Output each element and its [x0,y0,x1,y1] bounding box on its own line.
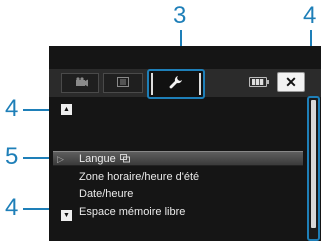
callout-number-selected: 5 [5,143,19,170]
callout-number-scrollbar: 4 [303,2,317,29]
callout-number-tab: 3 [173,2,187,29]
wrench-icon [169,75,183,94]
scroll-down-button[interactable]: ▼ [61,210,72,221]
close-button[interactable]: ✕ [277,72,305,92]
callout-number-down: 4 [5,194,19,221]
menu-item-date-time[interactable]: Date/heure [79,188,133,200]
tab-setup[interactable] [147,69,205,99]
menu-item-time-zone[interactable]: Zone horaire/heure d'été [79,171,199,183]
scrollbar[interactable] [307,96,320,241]
tab-playback[interactable] [103,73,143,93]
playback-list-icon [117,76,129,90]
selection-arrow-icon: ▷ [57,154,64,164]
scrollbar-thumb[interactable] [311,100,316,228]
callout-number-up: 4 [5,95,19,122]
camera-menu-screen: ✕ ▲ ▷ Langue Zone horaire/heure d'été Da… [49,46,321,241]
callout-line-tab [180,30,182,47]
language-flag-icon [119,153,130,166]
battery-icon [249,77,269,87]
menu-item-label: Langue [79,153,116,165]
movie-camera-icon [72,76,88,90]
tab-setup-frame [151,73,201,95]
scroll-up-button[interactable]: ▲ [61,104,72,115]
tab-bar: ✕ [49,69,321,99]
tab-camera[interactable] [61,73,99,93]
menu-item-langue[interactable]: Langue [79,153,130,166]
menu-item-free-space[interactable]: Espace mémoire libre [79,206,185,218]
battery-level [252,79,264,85]
